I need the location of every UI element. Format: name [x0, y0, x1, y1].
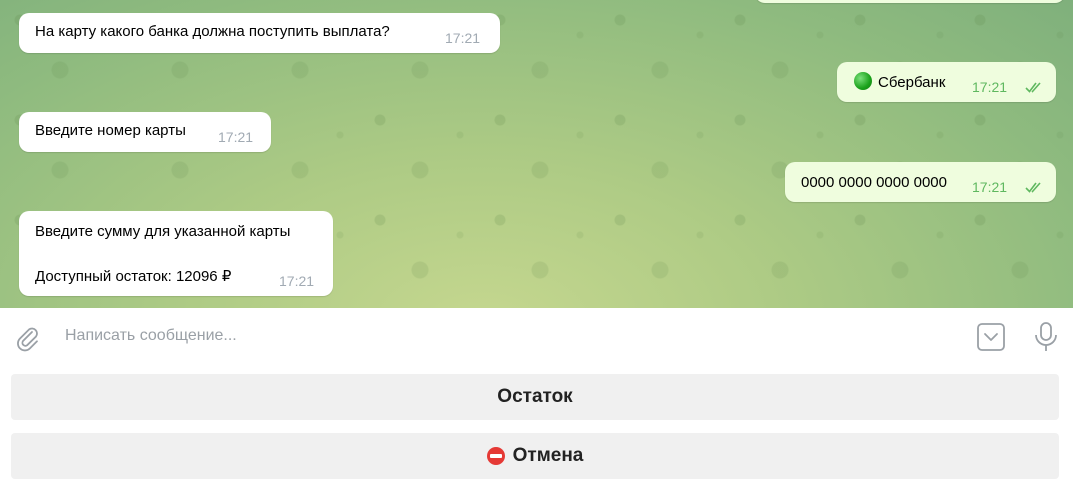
microphone-icon[interactable]: [1033, 321, 1059, 353]
message-content: Сбербанк: [854, 72, 945, 91]
message-bubble-incoming[interactable]: Введите номер карты 17:21: [19, 112, 271, 152]
message-text: Введите номер карты: [35, 122, 186, 139]
bot-keyboard-toggle-icon[interactable]: [976, 322, 1006, 352]
no-entry-icon: [486, 447, 505, 465]
paperclip-icon[interactable]: [14, 325, 42, 353]
double-check-icon: [1025, 82, 1041, 93]
keyboard-button-cancel[interactable]: Отмена: [11, 433, 1059, 479]
message-time: 17:21: [445, 30, 481, 46]
message-bubble-incoming[interactable]: Введите сумму для указанной карты Доступ…: [19, 211, 333, 296]
message-bubble-incoming[interactable]: На карту какого банка должна поступить в…: [19, 13, 500, 53]
message-input-bar: Написать сообщение...: [0, 308, 1073, 366]
keyboard-button-balance[interactable]: Остаток: [11, 374, 1059, 420]
message-text: 0000 0000 0000 0000: [801, 174, 947, 191]
message-text: Сбербанк: [878, 74, 946, 91]
message-text-line1: Введите сумму для указанной карты: [35, 223, 291, 240]
green-circle-icon: [854, 72, 872, 90]
chat-area: На карту какого банка должна поступить в…: [0, 0, 1073, 308]
partial-message-bubble: [755, 0, 1065, 3]
message-time: 17:21: [972, 179, 1008, 195]
message-time: 17:21: [972, 79, 1008, 95]
message-text-line2: Доступный остаток: 12096 ₽: [35, 268, 232, 285]
message-bubble-outgoing[interactable]: Сбербанк 17:21: [837, 62, 1056, 102]
message-input[interactable]: Написать сообщение...: [65, 327, 237, 345]
double-check-icon: [1025, 182, 1041, 193]
keyboard-button-label: Остаток: [497, 386, 573, 407]
message-text: На карту какого банка должна поступить в…: [35, 23, 390, 40]
message-time: 17:21: [279, 273, 315, 289]
message-bubble-outgoing[interactable]: 0000 0000 0000 0000 17:21: [785, 162, 1056, 202]
message-time: 17:21: [218, 129, 254, 145]
keyboard-button-label: Отмена: [512, 445, 584, 466]
